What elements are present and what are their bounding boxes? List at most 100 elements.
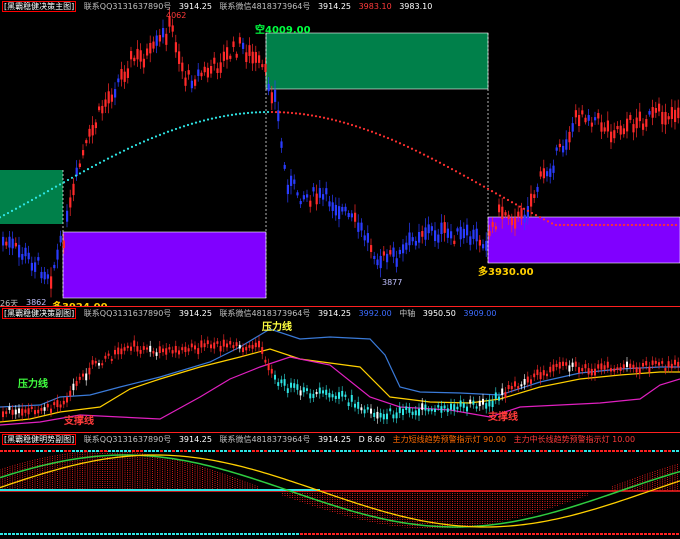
main-panel-header: [黑霸稳健决策主图] 联系QQ3131637890号 3914.25 联系微信4…: [2, 1, 437, 12]
signal-strip-top: [424, 450, 427, 452]
trend-dot: [58, 183, 62, 186]
main-panel-title[interactable]: [黑霸稳健决策主图]: [2, 1, 77, 12]
signal-strip-bottom: [560, 533, 563, 535]
candle-body: [110, 358, 113, 361]
candle-body: [11, 238, 14, 249]
trend-dot: [182, 125, 186, 128]
signal-strip-top: [328, 450, 331, 452]
candle-body: [37, 409, 40, 414]
signal-strip-top: [304, 450, 307, 452]
signal-strip-bottom: [620, 533, 623, 535]
trend-oscillator-chart[interactable]: [0, 433, 680, 539]
candle-body: [517, 211, 520, 217]
candle-body: [290, 382, 292, 388]
band-lines: [0, 328, 680, 426]
signal-strip-top: [32, 450, 35, 452]
trend-dot: [218, 115, 222, 119]
signal-strip-top: [140, 450, 143, 452]
candle-body: [626, 361, 628, 367]
trend-dot: [46, 190, 50, 193]
candle-body: [594, 117, 597, 121]
candle-body: [402, 244, 405, 254]
candle-body: [344, 206, 347, 212]
candle-body: [341, 207, 344, 212]
candle-body: [117, 347, 120, 355]
candle-body: [56, 400, 59, 408]
signal-strip-top: [76, 450, 79, 452]
signal-strip-bottom: [436, 533, 439, 535]
signal-strip-bottom: [612, 533, 615, 535]
candle-body: [354, 403, 356, 408]
candle-body: [34, 262, 37, 272]
candle-body: [267, 363, 270, 371]
candle-body: [18, 244, 21, 258]
trend-dot: [70, 176, 74, 179]
candle-body: [674, 109, 677, 123]
signal-strip-bottom: [156, 533, 159, 535]
signal-strip-bottom: [472, 533, 475, 535]
signal-strip-top: [244, 450, 247, 452]
trend-dot: [342, 121, 346, 124]
signal-strip-bottom: [616, 533, 619, 535]
trend-dot: [398, 142, 402, 145]
signal-strip-top: [520, 450, 523, 452]
signal-strip-bottom: [348, 533, 351, 535]
candle-body: [56, 249, 59, 260]
resistance-support-chart[interactable]: [0, 307, 680, 432]
candle-body: [456, 406, 459, 410]
bottom-panel-title[interactable]: [黑霸稳健明势副图]: [2, 434, 77, 445]
candle-body: [181, 347, 184, 351]
candle-body: [578, 367, 580, 373]
candle-body: [555, 363, 558, 367]
candle-body: [158, 35, 161, 42]
signal-strip-top: [620, 450, 623, 452]
signal-strip-top: [80, 450, 83, 452]
signal-strip-bottom: [252, 533, 255, 535]
signal-strip-bottom: [56, 533, 59, 535]
candle-body: [530, 193, 533, 207]
signal-strip-top: [324, 450, 327, 452]
signal-strip-bottom: [20, 533, 23, 535]
candle-body: [366, 407, 369, 410]
signal-strip-bottom: [120, 533, 123, 535]
candle-body: [558, 143, 561, 148]
green-zone-left: [0, 170, 63, 224]
signal-strip-top: [40, 450, 43, 452]
candle-body: [507, 385, 510, 390]
trend-dot: [434, 159, 438, 162]
candle-body: [190, 343, 193, 348]
trend-indicator-panel[interactable]: [黑霸稳健明势副图] 联系QQ3131637890号 3914.25 联系微信4…: [0, 433, 680, 539]
price-value: 3914.25: [317, 2, 352, 11]
signal-strip-top: [12, 450, 15, 452]
candle-body: [600, 363, 603, 370]
signal-strip-bottom: [4, 533, 7, 535]
candle-body: [514, 217, 517, 229]
candle-body: [654, 108, 657, 113]
trend-dot: [346, 122, 350, 125]
candle-body: [62, 400, 65, 405]
sub-chart-panel[interactable]: [黑霸稳健决策副图] 联系QQ3131637890号 3914.25 联系微信4…: [0, 307, 680, 432]
main-chart-panel[interactable]: [黑霸稳健决策主图] 联系QQ3131637890号 3914.25 联系微信4…: [0, 0, 680, 306]
mid-panel-title[interactable]: [黑霸稳健决策副图]: [2, 308, 77, 319]
signal-strip-top: [152, 450, 155, 452]
signal-strip-top: [192, 450, 195, 452]
trend-dot: [6, 211, 10, 215]
trend-dot: [18, 205, 22, 208]
price-value: 3914.25: [178, 2, 212, 11]
candle-body: [373, 412, 376, 417]
trend-dot: [266, 110, 270, 114]
signal-strip-bottom: [168, 533, 171, 535]
trend-dot: [618, 223, 622, 227]
candle-body: [459, 400, 462, 407]
trend-dot: [502, 196, 506, 199]
trend-dot: [130, 145, 134, 148]
candle-body: [34, 410, 36, 415]
candle-body: [290, 175, 293, 186]
signal-strip-top: [508, 450, 511, 452]
main-price-chart[interactable]: [0, 0, 680, 306]
signal-strip-bottom: [628, 533, 631, 535]
signal-strip-bottom: [508, 533, 511, 535]
signal-strip-top: [588, 450, 591, 452]
signal-strip-top: [604, 450, 607, 452]
trend-dot: [102, 159, 106, 162]
